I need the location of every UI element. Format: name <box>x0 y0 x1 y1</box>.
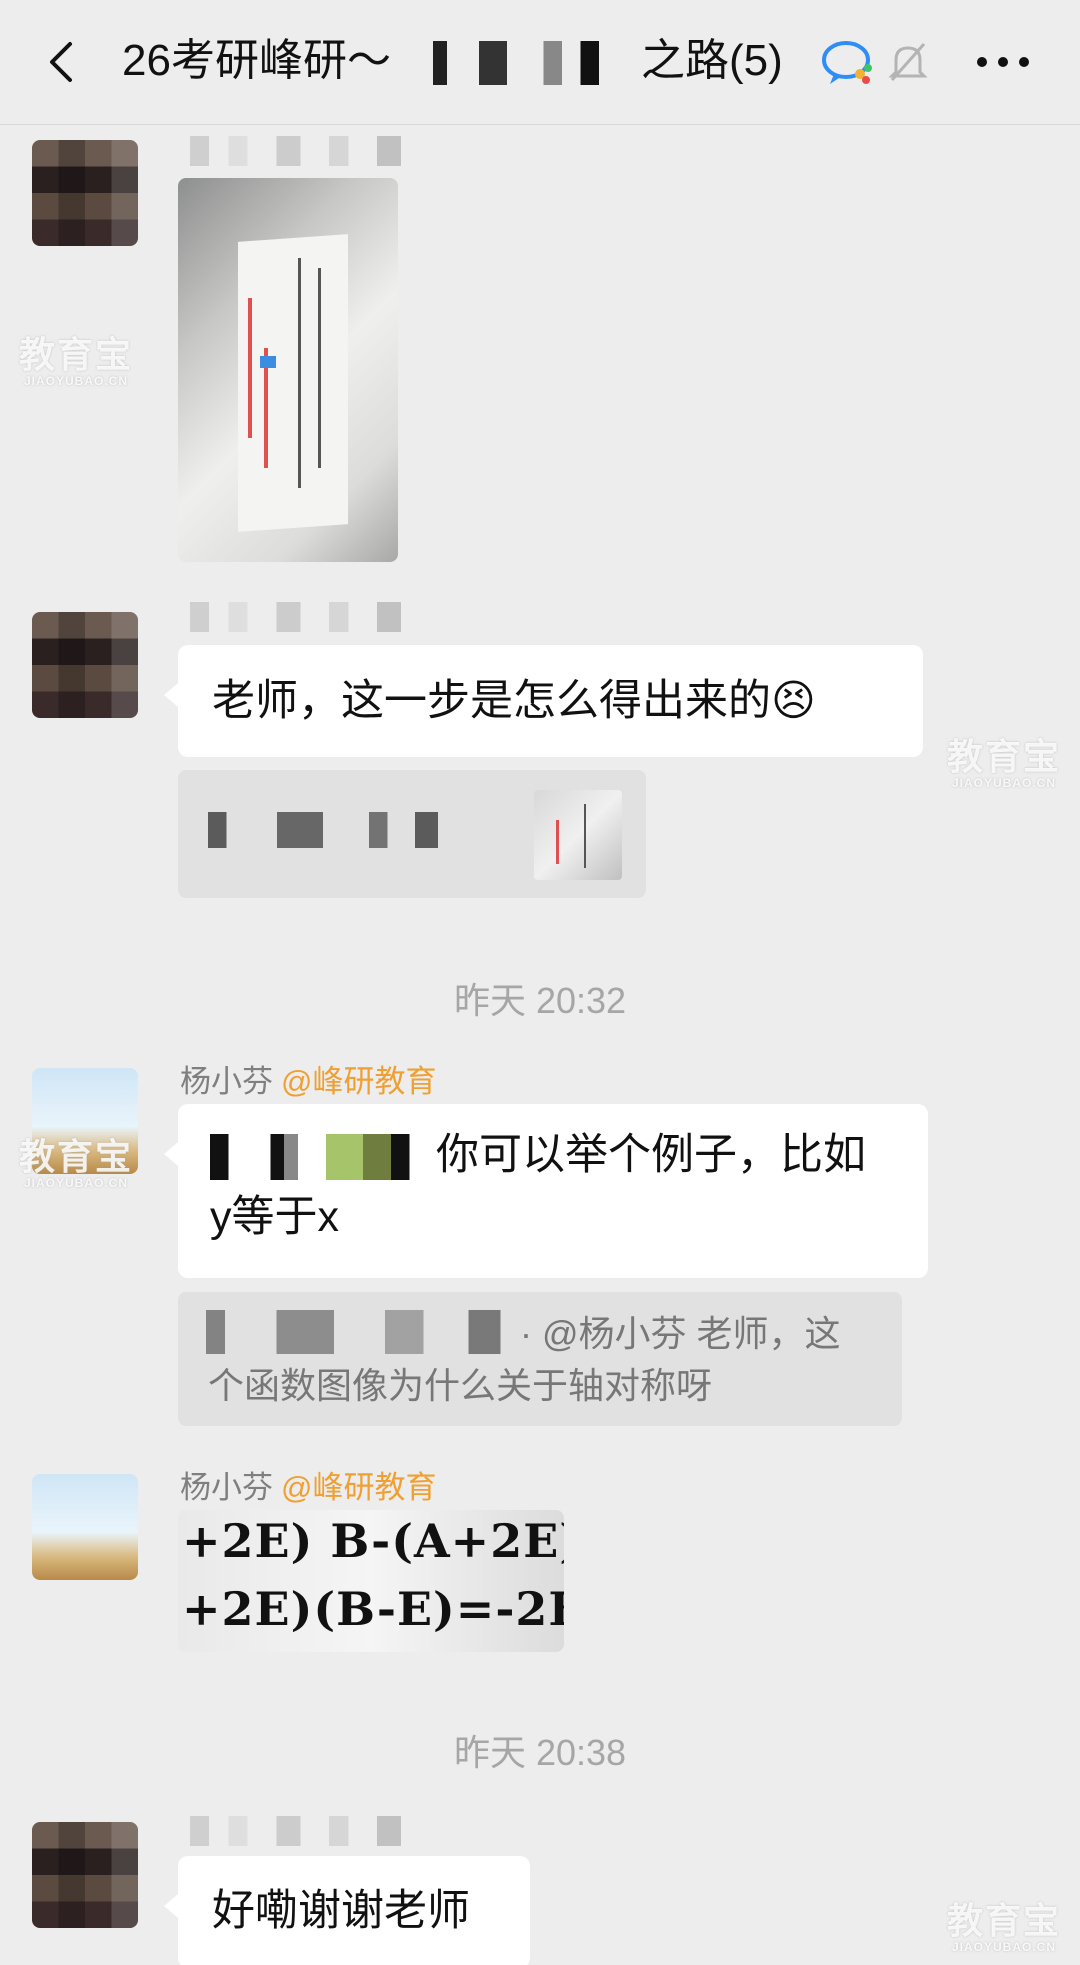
more-button[interactable] <box>968 40 1038 84</box>
sender-org: @峰研教育 <box>281 1064 437 1099</box>
quoted-message[interactable]: · @杨小芬 老师，这 个函数图像为什么关于轴对称呀 <box>178 1292 902 1426</box>
photo-ink <box>298 258 301 488</box>
avatar[interactable] <box>32 612 138 718</box>
more-dots-icon <box>977 57 1029 67</box>
chat-bubble-icon <box>822 41 872 84</box>
quote-text: · @杨小芬 老师，这 <box>520 1313 841 1354</box>
message-text: 好嘞谢谢老师 <box>212 1887 470 1935</box>
sender-name-redacted <box>190 1816 430 1846</box>
message-bubble[interactable]: 好嘞谢谢老师 <box>164 1856 530 1965</box>
watermark: 教育宝 JIAOYUBAO.CN <box>946 1900 1061 1954</box>
chat-title: 26考研峰研～ 之路(5) <box>122 30 783 92</box>
message-photo[interactable]: +2E) B-(A+2E)= +2E)(B-E)=-2E <box>178 1510 564 1652</box>
title-icons <box>820 38 930 88</box>
message-text: 你可以举个例子，比如 <box>436 1131 866 1179</box>
watermark: 教育宝 JIAOYUBAO.CN <box>946 736 1061 790</box>
quote-text-line2: 个函数图像为什么关于轴对称呀 <box>208 1365 713 1406</box>
quote-thumbnail <box>534 790 622 880</box>
quoted-message[interactable] <box>178 770 646 898</box>
chevron-left-icon <box>50 42 72 82</box>
title-prefix: 26考研峰研～ <box>122 36 391 85</box>
timestamp: 昨天 20:38 <box>453 1732 627 1773</box>
photo-ink <box>318 268 321 468</box>
avatar[interactable] <box>32 1474 138 1580</box>
timestamp: 昨天 20:32 <box>453 980 627 1021</box>
watermark: 教育宝 JIAOYUBAO.CN <box>18 334 133 388</box>
back-button[interactable] <box>36 34 92 90</box>
message-redacted <box>210 1134 442 1180</box>
photo-handwriting: +2E)(B-E)=-2E <box>182 1582 564 1636</box>
title-redacted <box>400 41 631 86</box>
message-text-line2: y等于x <box>210 1193 339 1241</box>
photo-paper <box>238 234 348 532</box>
bell-muted-icon <box>888 43 928 81</box>
sender-name-redacted <box>190 136 430 166</box>
sender-name: 杨小芬 @峰研教育 <box>180 1064 437 1099</box>
avatar[interactable] <box>32 140 138 246</box>
sender-org: @峰研教育 <box>281 1470 437 1505</box>
title-suffix: 之路(5) <box>640 36 783 85</box>
quote-redacted <box>206 1310 526 1354</box>
watermark: 教育宝 JIAOYUBAO.CN <box>18 1136 133 1190</box>
message-bubble[interactable]: 你可以举个例子，比如 y等于x <box>164 1104 928 1278</box>
avatar[interactable] <box>32 1822 138 1928</box>
photo-ink <box>260 356 276 368</box>
photo-handwriting: +2E) B-(A+2E)= <box>182 1514 564 1568</box>
chat-header: 26考研峰研～ 之路(5) <box>0 0 1080 125</box>
message-text: 老师，这一步是怎么得出来的😣 <box>212 677 816 725</box>
chat-screen: 26考研峰研～ 之路(5) 教育宝 JIAOYUBAO.CN 老师，这一步是怎么… <box>0 0 1080 1965</box>
message-bubble[interactable]: 老师，这一步是怎么得出来的😣 <box>164 645 923 757</box>
photo-ink <box>248 298 252 438</box>
message-photo[interactable] <box>178 178 398 562</box>
sender-name-redacted <box>190 602 430 632</box>
sender-name: 杨小芬 @峰研教育 <box>180 1470 437 1505</box>
quote-redacted <box>208 812 438 848</box>
